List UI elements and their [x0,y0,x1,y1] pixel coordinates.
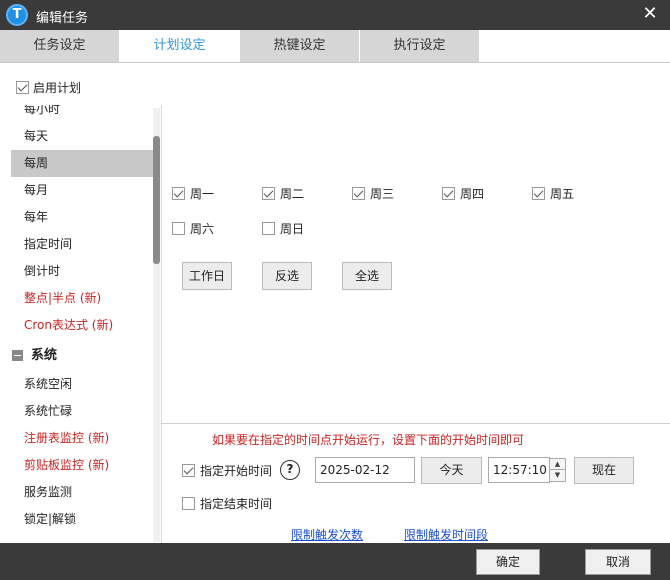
weekday-wed[interactable]: 周三 [352,185,394,201]
start-date-field[interactable]: 2025-02-12 [315,457,415,483]
weekday-label: 周六 [190,221,215,236]
sidebar-group-system[interactable]: 系统 [11,342,154,369]
tab-hotkey-settings[interactable]: 热键设定 [240,30,359,62]
sidebar-item-clipboard-monitor[interactable]: 剪贴板监控 (新) [11,452,154,479]
sidebar-item-system-busy[interactable]: 系统忙碌 [11,398,154,425]
help-icon[interactable]: ? [280,460,300,480]
weekday-sun[interactable]: 周日 [262,220,304,236]
weekday-tue[interactable]: 周二 [262,185,304,201]
checkbox-icon[interactable] [262,187,275,200]
enable-plan-label: 启用计划 [33,81,82,95]
sidebar-item-monthly[interactable]: 每月 [11,177,154,204]
limit-trigger-count-link[interactable]: 限制触发次数 [291,526,363,543]
collapse-icon[interactable] [12,350,23,361]
checkbox-icon[interactable] [262,222,275,235]
checkbox-icon[interactable] [532,187,545,200]
title-bar: T 编辑任务 ✕ [0,0,670,30]
sidebar-item-yearly[interactable]: 每年 [11,204,154,231]
tab-divider [0,62,670,63]
close-icon[interactable]: ✕ [640,4,660,24]
weekday-sat[interactable]: 周六 [172,220,214,236]
sidebar-group-label: 系统 [31,348,58,363]
sidebar-item-specific-time[interactable]: 指定时间 [11,231,154,258]
time-spinner[interactable]: ▲ ▼ [549,458,566,482]
cancel-button[interactable]: 取消 [585,549,651,575]
limit-trigger-period-link[interactable]: 限制触发时间段 [404,526,488,543]
sidebar-item-weekly[interactable]: 每周 [11,150,154,177]
checkbox-icon[interactable] [182,497,195,510]
sidebar-item-on-the-hour[interactable]: 整点|半点 (新) [11,285,154,312]
today-button[interactable]: 今天 [421,457,482,484]
start-time-field[interactable]: 12:57:10 [488,457,550,483]
sidebar-item-system-idle[interactable]: 系统空闲 [11,371,154,398]
sidebar-item-daily[interactable]: 每天 [11,123,154,150]
checkbox-icon[interactable] [172,222,185,235]
sidebar-item-hourly[interactable]: 每小时 [11,105,154,123]
edit-task-window: T 编辑任务 ✕ 任务设定 计划设定 热键设定 执行设定 启用计划 每小时 每天… [0,0,670,580]
weekday-label: 周日 [280,221,305,236]
weekday-mon[interactable]: 周一 [172,185,214,201]
spin-down-icon[interactable]: ▼ [550,470,565,481]
tab-bar: 任务设定 计划设定 热键设定 执行设定 [0,30,670,62]
end-time-label: 指定结束时间 [200,496,273,511]
app-logo-icon: T [6,4,28,26]
schedule-type-list: 每小时 每天 每周 每月 每年 指定时间 倒计时 整点|半点 (新) Cron表… [11,105,161,541]
weekday-label: 周一 [190,186,215,201]
end-time-checkbox[interactable]: 指定结束时间 [182,495,272,512]
checkbox-icon[interactable] [182,464,195,477]
window-title: 编辑任务 [36,11,89,26]
checkbox-icon[interactable] [352,187,365,200]
enable-plan-checkbox[interactable]: 启用计划 [16,79,81,97]
weekday-thu[interactable]: 周四 [442,185,484,201]
section-divider [161,423,670,424]
select-all-button[interactable]: 全选 [342,262,392,290]
tab-task-settings[interactable]: 任务设定 [0,30,119,62]
tab-execute-settings[interactable]: 执行设定 [360,30,479,62]
weekday-label: 周二 [280,186,305,201]
sidebar-item-cron[interactable]: Cron表达式 (新) [11,312,154,339]
sidebar-item-lock-unlock[interactable]: 锁定|解锁 [11,506,154,533]
start-time-label: 指定开始时间 [200,463,273,478]
panel-divider [161,105,162,543]
sidebar-item-service-monitor[interactable]: 服务监测 [11,479,154,506]
now-button[interactable]: 现在 [574,457,634,484]
weekday-label: 周三 [370,186,395,201]
scrollbar-thumb[interactable] [153,136,160,264]
ok-button[interactable]: 确定 [476,549,540,575]
checkbox-icon[interactable] [442,187,455,200]
start-time-checkbox[interactable]: 指定开始时间 [182,462,272,479]
weekday-label: 周四 [460,186,485,201]
invert-selection-button[interactable]: 反选 [262,262,312,290]
workday-button[interactable]: 工作日 [182,262,232,290]
start-time-hint: 如果要在指定的时间点开始运行，设置下面的开始时间即可 [212,433,525,447]
footer-bar [0,543,670,580]
checkbox-icon[interactable] [172,187,185,200]
tab-plan-settings[interactable]: 计划设定 [120,30,239,62]
sidebar-item-registry-monitor[interactable]: 注册表监控 (新) [11,425,154,452]
sidebar-item-countdown[interactable]: 倒计时 [11,258,154,285]
checkbox-icon[interactable] [16,81,29,94]
sidebar-scrollbar[interactable] [153,108,160,542]
weekday-fri[interactable]: 周五 [532,185,574,201]
weekday-label: 周五 [550,186,575,201]
spin-up-icon[interactable]: ▲ [550,459,565,470]
